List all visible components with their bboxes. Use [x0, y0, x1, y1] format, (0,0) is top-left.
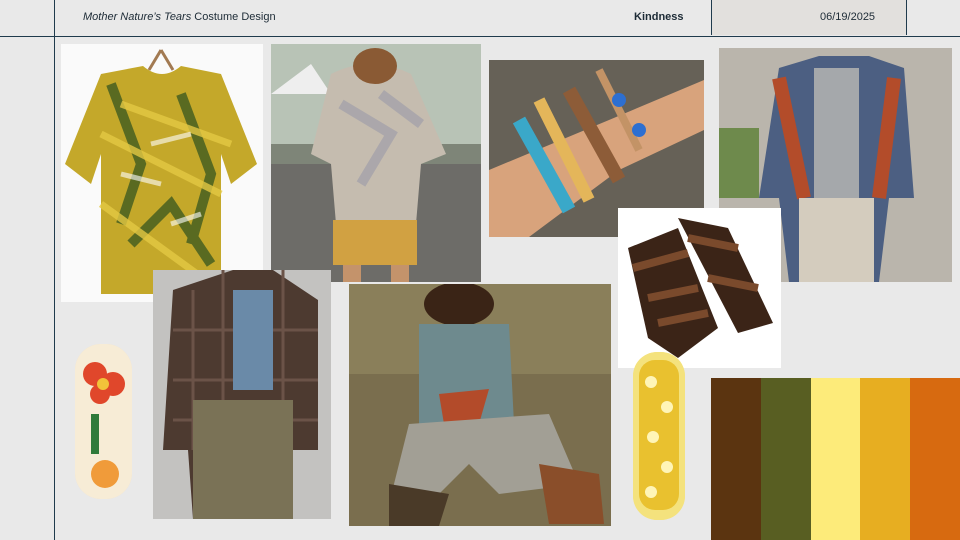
title-rest: Costume Design: [191, 11, 276, 23]
market-outfit-image: [271, 44, 481, 282]
date-box: 06/19/2025: [711, 0, 907, 35]
section-label: Kindness: [634, 11, 684, 23]
tie-dye-shirt-image: [61, 44, 263, 302]
title-italic: Mother Nature’s Tears: [83, 11, 192, 23]
left-rule: [54, 0, 55, 540]
swatch-gold: [860, 378, 911, 540]
bandage-yellow-flower-image: [633, 352, 685, 520]
page-title: Mother Nature’s Tears Costume Design: [83, 11, 276, 23]
date-label: 06/19/2025: [820, 11, 876, 23]
swatch-olive: [760, 378, 811, 540]
seated-person-image: [349, 284, 611, 526]
swatch-brown: [711, 378, 761, 540]
swatch-pale-yellow: [810, 378, 861, 540]
swatch-orange: [910, 378, 960, 540]
bandage-red-flower-image: [75, 344, 132, 499]
flannel-outfit-image: [153, 270, 331, 519]
sandals-image: [618, 208, 781, 368]
color-palette: [711, 378, 960, 540]
